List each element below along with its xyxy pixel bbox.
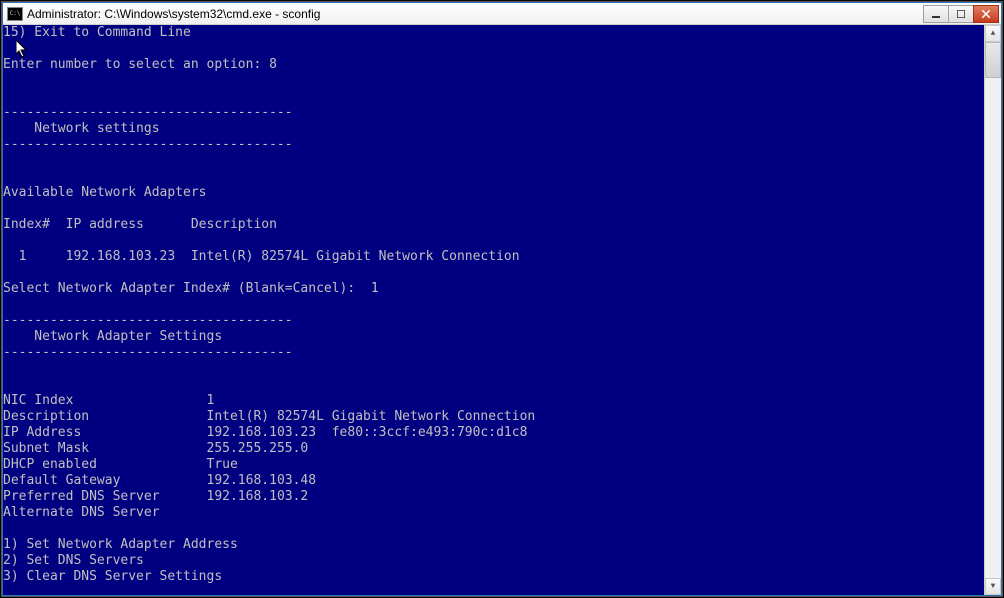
nic-index-label: NIC Index [3, 393, 207, 408]
available-adapters-title: Available Network Adapters [3, 185, 207, 200]
vertical-scrollbar[interactable]: ▲ ▼ [984, 25, 1001, 595]
default-gateway-value: 192.168.103.48 [207, 473, 317, 488]
alternate-dns-label: Alternate DNS Server [3, 505, 160, 520]
preferred-dns-value: 192.168.103.2 [207, 489, 309, 504]
close-icon [982, 10, 990, 18]
subnet-mask-value: 255.255.255.0 [207, 441, 309, 456]
subnet-mask-label: Subnet Mask [3, 441, 207, 456]
scroll-up-button[interactable]: ▲ [985, 25, 1001, 42]
divider: ------------------------------------- [3, 137, 293, 152]
dhcp-enabled-label: DHCP enabled [3, 457, 207, 472]
section-network-settings: Network settings [3, 121, 160, 136]
nic-index-value: 1 [207, 393, 215, 408]
dhcp-enabled-value: True [207, 457, 238, 472]
select-adapter-prompt: Select Network Adapter Index# (Blank=Can… [3, 281, 379, 296]
scrollbar-thumb[interactable] [985, 42, 1001, 78]
maximize-button[interactable] [948, 5, 974, 23]
default-gateway-label: Default Gateway [3, 473, 207, 488]
terminal-output[interactable]: 15) Exit to Command Line Enter number to… [3, 25, 984, 595]
cmd-icon [7, 7, 23, 21]
divider: ------------------------------------- [3, 105, 293, 120]
description-value: Intel(R) 82574L Gigabit Network Connecti… [207, 409, 536, 424]
adapter-row: 1 192.168.103.23 Intel(R) 82574L Gigabit… [3, 249, 520, 264]
description-label: Description [3, 409, 207, 424]
prompt-select-option: Enter number to select an option: 8 [3, 57, 277, 72]
scrollbar-track[interactable] [985, 42, 1001, 578]
preferred-dns-label: Preferred DNS Server [3, 489, 207, 504]
content-wrap: 15) Exit to Command Line Enter number to… [3, 25, 1001, 595]
menu-item-1: 1) Set Network Adapter Address [3, 537, 238, 552]
exit-line: 15) Exit to Command Line [3, 25, 191, 40]
menu-item-2: 2) Set DNS Servers [3, 553, 144, 568]
minimize-button[interactable] [923, 5, 949, 23]
cmd-window: Administrator: C:\Windows\system32\cmd.e… [2, 2, 1002, 596]
window-controls [924, 5, 999, 23]
ip-address-label: IP Address [3, 425, 207, 440]
window-title: Administrator: C:\Windows\system32\cmd.e… [27, 7, 924, 21]
adapter-table-header: Index# IP address Description [3, 217, 277, 232]
titlebar[interactable]: Administrator: C:\Windows\system32\cmd.e… [3, 3, 1001, 25]
menu-item-3: 3) Clear DNS Server Settings [3, 569, 222, 584]
ip-address-value: 192.168.103.23 fe80::3ccf:e493:790c:d1c8 [207, 425, 528, 440]
maximize-icon [957, 10, 965, 18]
section-adapter-settings: Network Adapter Settings [3, 329, 222, 344]
close-button[interactable] [973, 5, 999, 23]
scroll-down-button[interactable]: ▼ [985, 578, 1001, 595]
divider: ------------------------------------- [3, 345, 293, 360]
minimize-icon [932, 10, 940, 18]
divider: ------------------------------------- [3, 313, 293, 328]
